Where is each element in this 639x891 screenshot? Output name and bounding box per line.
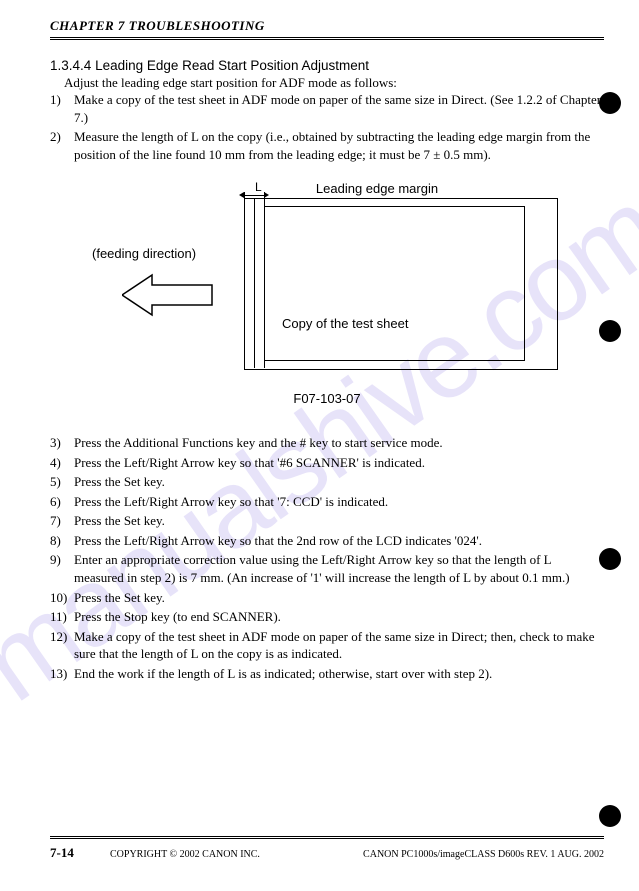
list-item: 5)Press the Set key.	[50, 473, 604, 491]
test-sheet-outline	[244, 198, 558, 370]
list-text: Measure the length of L on the copy (i.e…	[74, 128, 604, 163]
list-item: 7)Press the Set key.	[50, 512, 604, 530]
punch-hole	[599, 92, 621, 114]
top-line	[264, 206, 524, 207]
list-text: Make a copy of the test sheet in ADF mod…	[74, 628, 604, 663]
list-text: Press the Additional Functions key and t…	[74, 434, 604, 452]
list-number: 6)	[50, 493, 74, 511]
punch-hole	[599, 320, 621, 342]
list-number: 9)	[50, 551, 74, 586]
punch-hole	[599, 805, 621, 827]
revision: CANON PC1000s/imageCLASS D600s REV. 1 AU…	[363, 849, 604, 860]
list-text: Make a copy of the test sheet in ADF mod…	[74, 91, 604, 126]
list-text: Press the Stop key (to end SCANNER).	[74, 608, 604, 626]
list-text: Press the Set key.	[74, 512, 604, 530]
list-number: 5)	[50, 473, 74, 491]
bottom-line	[264, 360, 524, 361]
leading-edge-label: Leading edge margin	[316, 181, 438, 196]
list-number: 3)	[50, 434, 74, 452]
list-item: 8)Press the Left/Right Arrow key so that…	[50, 532, 604, 550]
section-intro: Adjust the leading edge start position f…	[64, 75, 604, 91]
list-number: 13)	[50, 665, 74, 683]
list-item: 10)Press the Set key.	[50, 589, 604, 607]
l-label: L	[255, 180, 262, 194]
copyright: COPYRIGHT © 2002 CANON INC.	[110, 849, 363, 860]
list-number: 1)	[50, 91, 74, 126]
punch-hole	[599, 548, 621, 570]
edge-line	[264, 198, 265, 368]
list-text: Press the Left/Right Arrow key so that '…	[74, 454, 604, 472]
section-number: 1.3.4.4	[50, 58, 91, 73]
chapter-header: CHAPTER 7 TROUBLESHOOTING	[50, 18, 604, 34]
list-text: Press the Set key.	[74, 473, 604, 491]
list-item: 4)Press the Left/Right Arrow key so that…	[50, 454, 604, 472]
list-text: Press the Set key.	[74, 589, 604, 607]
list-item: 9)Enter an appropriate correction value …	[50, 551, 604, 586]
list-item: 6)Press the Left/Right Arrow key so that…	[50, 493, 604, 511]
margin-line	[254, 198, 255, 368]
list-item: 2) Measure the length of L on the copy (…	[50, 128, 604, 163]
right-line	[524, 206, 525, 361]
footer: 7-14 COPYRIGHT © 2002 CANON INC. CANON P…	[50, 836, 604, 861]
list-number: 11)	[50, 608, 74, 626]
copy-label: Copy of the test sheet	[282, 316, 408, 331]
list-text: Enter an appropriate correction value us…	[74, 551, 604, 586]
list-number: 10)	[50, 589, 74, 607]
arrow-left-icon	[122, 268, 216, 322]
list-text: End the work if the length of L is as in…	[74, 665, 604, 683]
figure-number: F07-103-07	[50, 391, 604, 406]
list-number: 7)	[50, 512, 74, 530]
list-number: 12)	[50, 628, 74, 663]
list-number: 4)	[50, 454, 74, 472]
list-number: 2)	[50, 128, 74, 163]
list-item: 11)Press the Stop key (to end SCANNER).	[50, 608, 604, 626]
list-text: Press the Left/Right Arrow key so that '…	[74, 493, 604, 511]
lower-list: 3)Press the Additional Functions key and…	[50, 434, 604, 682]
list-item: 3)Press the Additional Functions key and…	[50, 434, 604, 452]
list-text: Press the Left/Right Arrow key so that t…	[74, 532, 604, 550]
list-item: 1) Make a copy of the test sheet in ADF …	[50, 91, 604, 126]
diagram: Leading edge margin L (feeding direction…	[50, 181, 604, 406]
section-title: 1.3.4.4 Leading Edge Read Start Position…	[50, 58, 604, 73]
section-heading: Leading Edge Read Start Position Adjustm…	[95, 58, 369, 73]
list-number: 8)	[50, 532, 74, 550]
header-rule	[50, 37, 604, 40]
feeding-direction-label: (feeding direction)	[92, 246, 196, 261]
page-number: 7-14	[50, 845, 110, 861]
list-item: 12)Make a copy of the test sheet in ADF …	[50, 628, 604, 663]
list-item: 13)End the work if the length of L is as…	[50, 665, 604, 683]
page: CHAPTER 7 TROUBLESHOOTING 1.3.4.4 Leadin…	[0, 0, 639, 891]
